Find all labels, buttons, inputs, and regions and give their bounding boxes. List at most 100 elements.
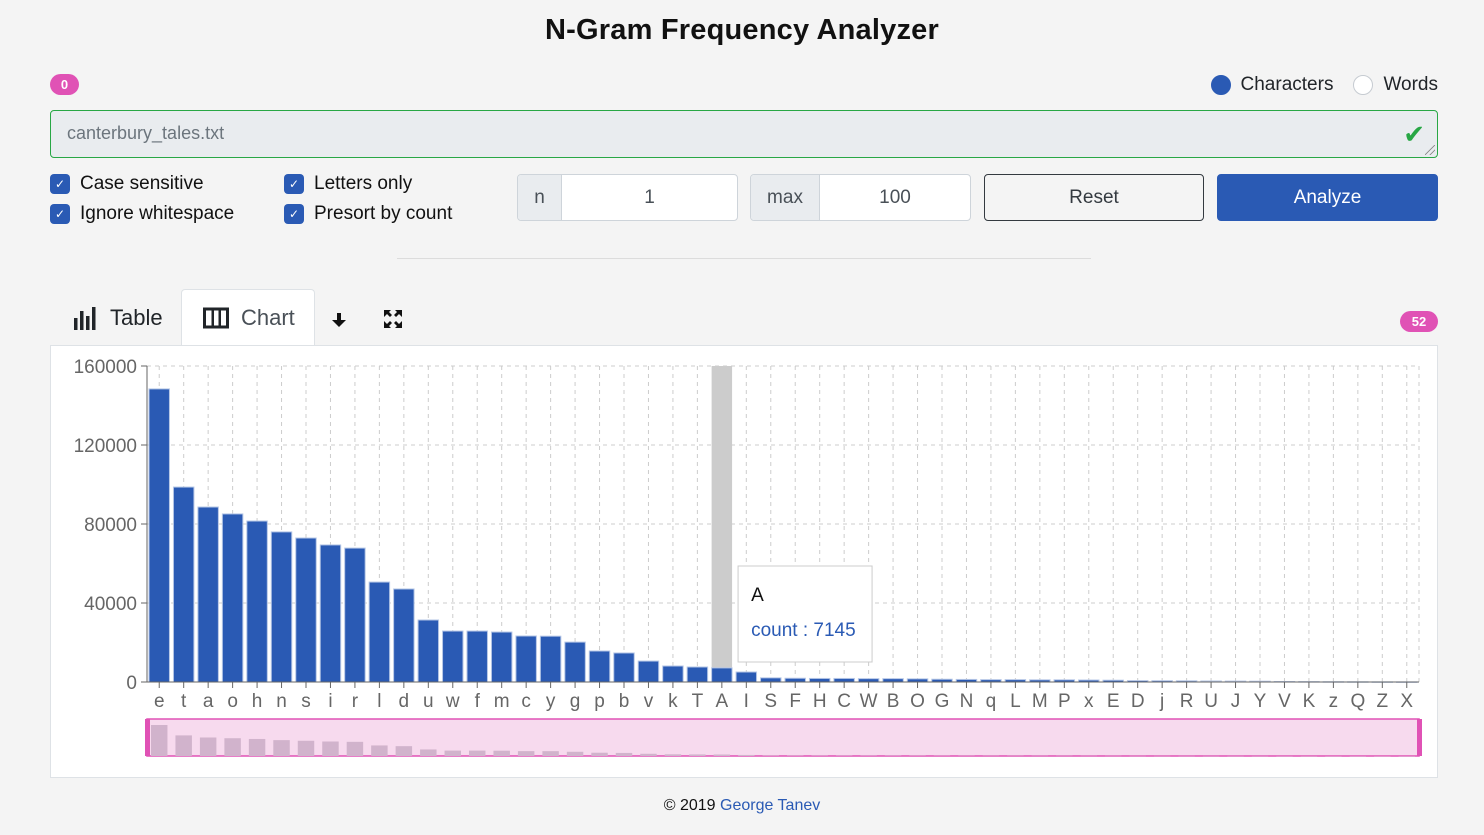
x-tick-label: D (1131, 691, 1145, 712)
x-tick-label: L (1010, 691, 1021, 712)
brush-bar (640, 753, 657, 756)
bar-k (662, 665, 684, 683)
brush-bar (199, 737, 217, 756)
x-tick-label: N (960, 691, 974, 712)
bar-F (784, 677, 806, 683)
tab-chart[interactable]: Chart (181, 289, 315, 346)
n-input[interactable]: 1 (562, 175, 737, 220)
download-button[interactable] (331, 308, 347, 335)
bar-s (295, 537, 317, 683)
checkbox-checked-icon: ✓ (284, 204, 304, 224)
x-tick-label: C (837, 691, 851, 712)
reset-button[interactable]: Reset (984, 174, 1204, 221)
x-tick-label: z (1329, 691, 1339, 712)
presort-by-count-label: Presort by count (314, 203, 453, 224)
checkbox-checked-icon: ✓ (50, 174, 70, 194)
x-tick-label: Y (1254, 691, 1267, 712)
ignore-whitespace-checkbox[interactable]: ✓ Ignore whitespace (50, 203, 234, 225)
analyze-button[interactable]: Analyze (1217, 174, 1438, 221)
bar-f (466, 630, 488, 683)
brush-bar (591, 752, 608, 756)
valid-check-icon: ✔ (1403, 119, 1425, 149)
bar-A (711, 667, 733, 683)
presort-by-count-checkbox[interactable]: ✓ Presort by count (284, 203, 452, 225)
x-tick-label: b (619, 691, 630, 712)
x-tick-label: m (494, 691, 510, 712)
brush-bar (713, 754, 731, 756)
case-sensitive-label: Case sensitive (80, 173, 204, 194)
bar-H (808, 677, 831, 683)
bar-a (197, 506, 219, 683)
n-input-group: n 1 (517, 174, 738, 221)
checkbox-checked-icon: ✓ (50, 204, 70, 224)
radio-words-label: Words (1383, 74, 1438, 95)
x-tick-label: J (1231, 691, 1241, 712)
brush-bar (493, 750, 510, 756)
letters-only-checkbox[interactable]: ✓ Letters only (284, 173, 412, 195)
bar-g (564, 641, 586, 683)
brush-bar (322, 741, 339, 756)
x-tick-label: y (546, 691, 556, 712)
x-tick-label: v (644, 691, 654, 712)
x-tick-label: P (1058, 691, 1071, 712)
author-link[interactable]: George Tanev (720, 797, 820, 814)
radio-dot-icon (1353, 75, 1374, 95)
file-name: canterbury_tales.txt (67, 123, 225, 143)
fullscreen-icon (384, 310, 402, 328)
bar-u (417, 619, 440, 683)
x-tick-label: H (813, 691, 827, 712)
y-tick-label: 120000 (74, 436, 137, 457)
max-label: max (751, 175, 820, 220)
letters-only-label: Letters only (314, 173, 413, 194)
brush-handle-right[interactable] (1417, 719, 1422, 756)
brush-bar (395, 746, 413, 756)
max-input[interactable]: 100 (820, 175, 970, 220)
tab-chart-label: Chart (241, 305, 295, 330)
radio-characters[interactable]: Characters (1210, 74, 1334, 96)
x-tick-label: q (986, 691, 997, 712)
columns-icon (203, 307, 229, 329)
x-tick-label: K (1303, 691, 1316, 712)
y-tick-label: 0 (126, 673, 137, 694)
resize-grip-icon[interactable] (1425, 145, 1435, 155)
x-tick-label: T (692, 691, 704, 712)
brush-bar (420, 749, 437, 756)
brush-handle-left[interactable] (145, 719, 150, 756)
bar-I (735, 671, 758, 683)
x-tick-label: k (668, 691, 678, 712)
x-tick-label: x (1084, 691, 1094, 712)
brush-bar (566, 751, 584, 756)
bar-n (270, 531, 293, 683)
x-tick-label: V (1278, 691, 1291, 712)
brush-bar (273, 740, 290, 756)
file-input[interactable]: canterbury_tales.txt ✔ (50, 110, 1438, 158)
radio-characters-label: Characters (1240, 74, 1334, 95)
x-tick-label: u (423, 691, 434, 712)
x-tick-label: w (445, 691, 460, 712)
tooltip-label: A (751, 585, 764, 606)
brush-bar (297, 740, 315, 756)
case-sensitive-checkbox[interactable]: ✓ Case sensitive (50, 173, 204, 195)
hover-highlight (711, 366, 733, 682)
x-tick-label: Q (1350, 691, 1365, 712)
tab-table[interactable]: Table (58, 289, 180, 346)
bar-chart: 0 40000 80000 120000 160000 e t a o h n s i r l d u w f m c y… (74, 357, 1422, 757)
brush-bar (224, 738, 241, 756)
brush-bar (738, 754, 755, 756)
brush-bar (542, 751, 559, 756)
bar-h (246, 520, 268, 683)
bar-b (613, 652, 635, 683)
x-tick-label: E (1107, 691, 1120, 712)
bar-o (221, 513, 244, 683)
bar-v (637, 660, 660, 683)
x-tick-label: U (1204, 691, 1218, 712)
radio-words[interactable]: Words (1353, 74, 1438, 96)
fullscreen-button[interactable] (383, 308, 403, 335)
bar-C (833, 677, 855, 683)
x-tick-label: O (910, 691, 925, 712)
x-tick-label: c (521, 691, 531, 712)
bar-l (368, 581, 391, 683)
y-tick-label: 40000 (84, 594, 137, 615)
bar-c (515, 635, 537, 683)
chart-panel: 0 40000 80000 120000 160000 e t a o h n s i r l d u w f m c y… (50, 345, 1438, 778)
